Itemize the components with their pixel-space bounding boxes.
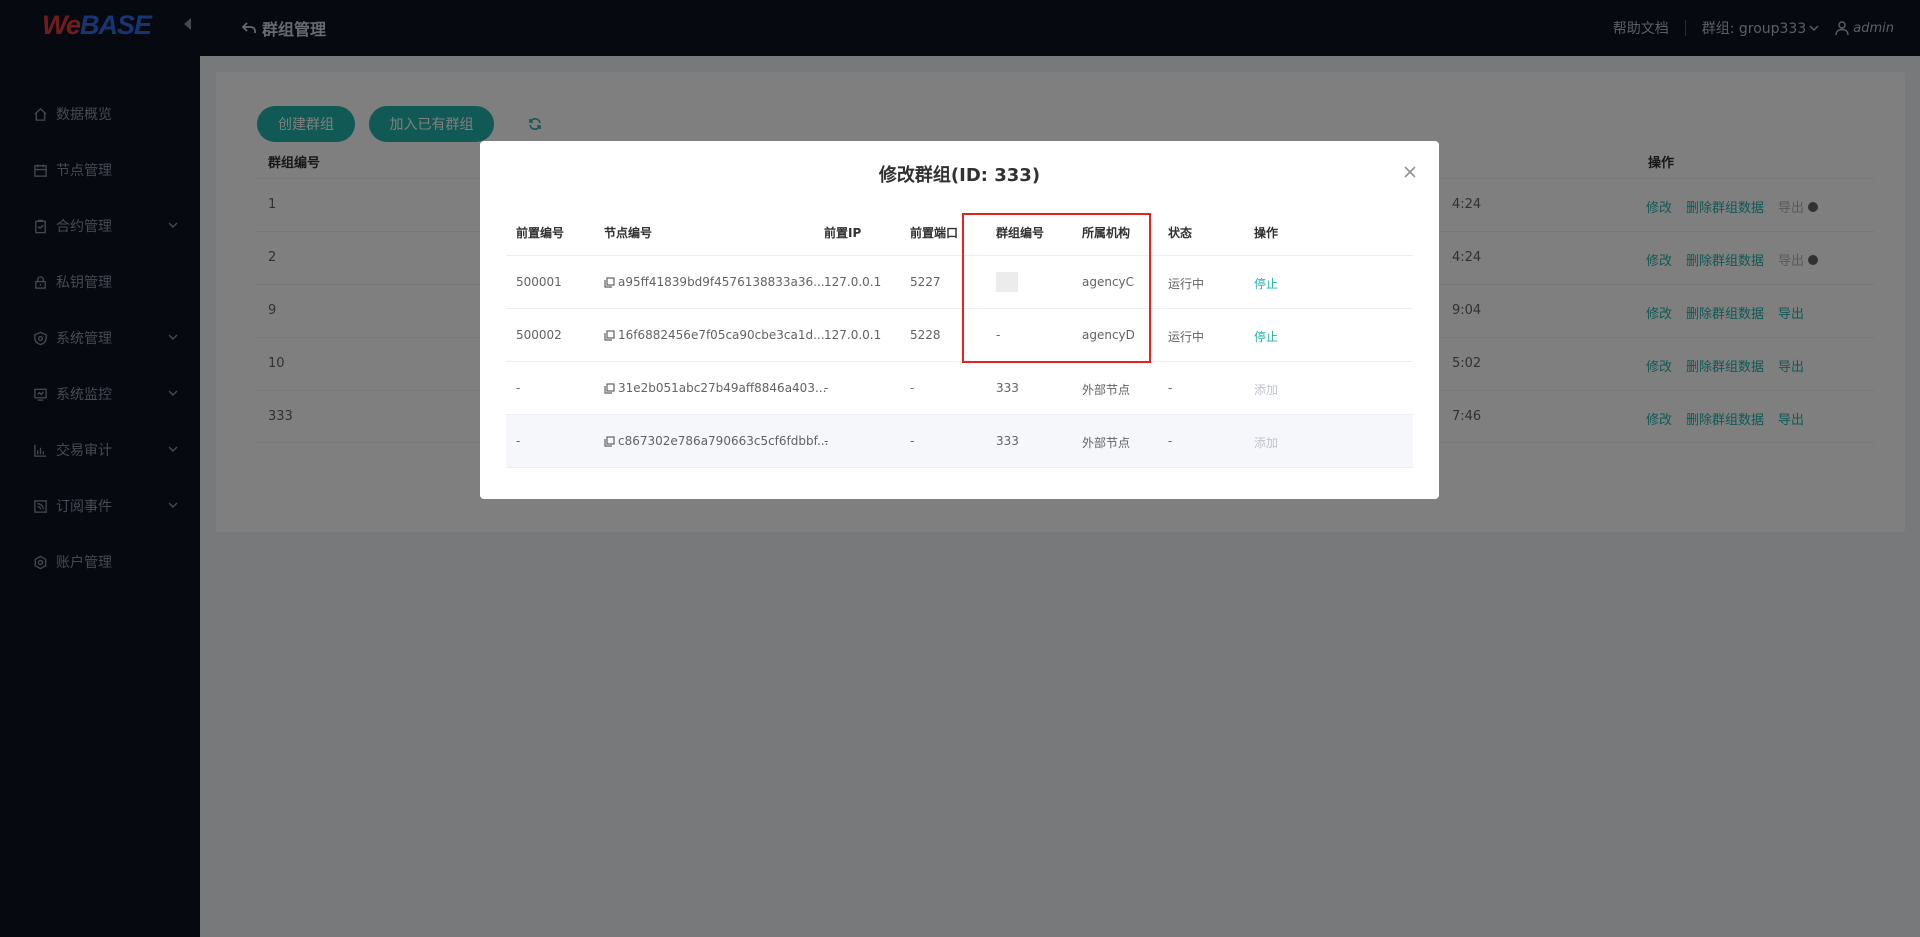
front-port-cell: 5228 (910, 328, 941, 342)
dialog-title: 修改群组(ID: 333) (878, 165, 1041, 186)
column-header-front-port: 前置端口 (910, 226, 959, 240)
group-id-cell: 333 (996, 434, 1019, 448)
copy-icon[interactable] (604, 276, 615, 288)
table-row: 500002 16f6882456e7f05ca90cbe3ca1d... 12… (506, 308, 1413, 361)
close-icon[interactable] (1403, 165, 1417, 183)
highlight-box (962, 213, 1151, 363)
node-id-cell: 16f6882456e7f05ca90cbe3ca1d... (604, 328, 825, 342)
copy-icon[interactable] (604, 435, 615, 447)
node-id-text: a95ff41839bd9f4576138833a36... (618, 275, 825, 289)
front-id-cell: - (516, 381, 521, 395)
column-header-front-id: 前置编号 (516, 226, 565, 240)
front-ip-cell: 127.0.0.1 (824, 328, 882, 342)
add-link: 添加 (1254, 383, 1279, 397)
stop-link[interactable]: 停止 (1254, 328, 1278, 345)
status-cell: - (1168, 434, 1173, 448)
node-id-cell: a95ff41839bd9f4576138833a36... (604, 275, 825, 289)
front-ip-cell: - (824, 434, 829, 448)
agency-cell: 外部节点 (1082, 436, 1131, 450)
node-id-text: 16f6882456e7f05ca90cbe3ca1d... (618, 328, 825, 342)
front-ip-cell: - (824, 381, 829, 395)
group-id-cell: 333 (996, 381, 1019, 395)
node-id-cell: c867302e786a790663c5cf6fdbbf... (604, 434, 828, 448)
front-ip-cell: 127.0.0.1 (824, 275, 882, 289)
node-id-text: 31e2b051abc27b49aff8846a403... (618, 381, 827, 395)
add-link: 添加 (1254, 436, 1279, 450)
copy-icon[interactable] (604, 329, 615, 341)
column-header-node-id: 节点编号 (604, 226, 653, 240)
stop-link[interactable]: 停止 (1254, 275, 1278, 292)
front-port-cell: - (910, 434, 915, 448)
column-header-front-ip: 前置IP (824, 226, 862, 240)
table-bottom-border (506, 467, 1413, 468)
front-port-cell: 5227 (910, 275, 941, 289)
status-cell: 运行中 (1168, 277, 1205, 291)
table-row: 500001 a95ff41839bd9f4576138833a36... 12… (506, 255, 1413, 308)
column-header-action: 操作 (1254, 226, 1279, 240)
node-id-cell: 31e2b051abc27b49aff8846a403... (604, 381, 826, 395)
front-id-cell: - (516, 434, 521, 448)
front-id-cell: 500001 (516, 275, 562, 289)
column-header-status: 状态 (1168, 226, 1193, 240)
node-id-text: c867302e786a790663c5cf6fdbbf... (618, 434, 829, 448)
front-id-cell: 500002 (516, 328, 562, 342)
modify-group-dialog: 修改群组(ID: 333) 前置编号 节点编号 前置IP 前置端口 群组编号 所… (480, 141, 1439, 499)
copy-icon[interactable] (604, 382, 615, 394)
table-row: - 31e2b051abc27b49aff8846a403... - - 333… (506, 361, 1413, 414)
status-cell: 运行中 (1168, 330, 1205, 344)
status-cell: - (1168, 381, 1173, 395)
agency-cell: 外部节点 (1082, 383, 1131, 397)
table-row: - c867302e786a790663c5cf6fdbbf... - - 33… (506, 414, 1413, 467)
front-port-cell: - (910, 381, 915, 395)
